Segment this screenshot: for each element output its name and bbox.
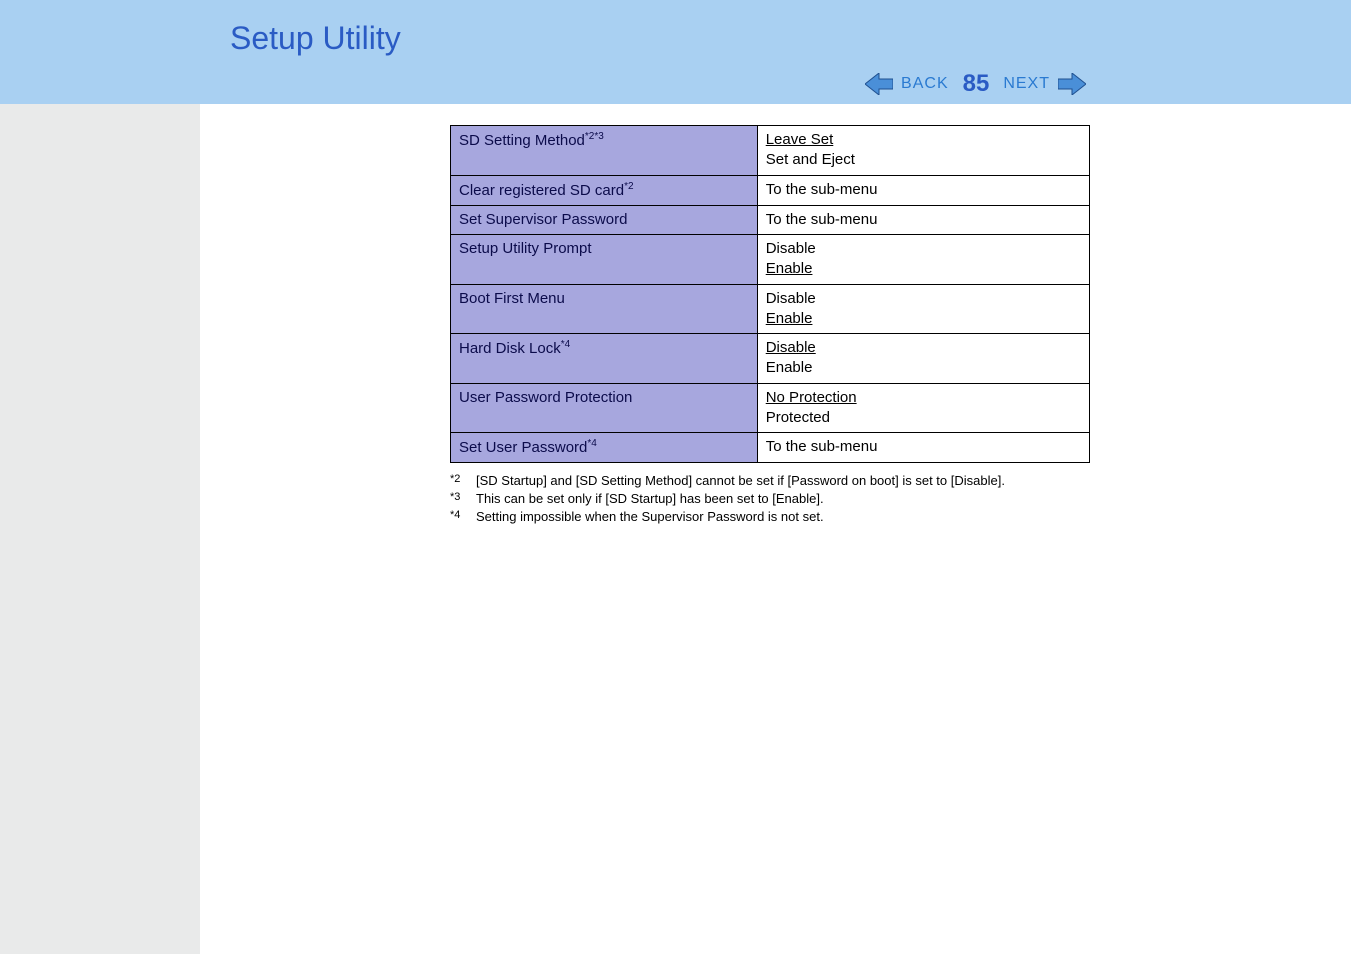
setup-options-table: SD Setting Method*2*3 Leave Set Set and Ej…	[450, 125, 1090, 463]
option-label-cell: SD Setting Method*2*3	[451, 126, 758, 176]
option-label-cell: Boot First Menu	[451, 284, 758, 334]
option-value-cell: Disable Enable	[757, 284, 1089, 334]
option-label-cell: Set User Password*4	[451, 433, 758, 463]
table-row: SD Setting Method*2*3 Leave Set Set and Ej…	[451, 126, 1090, 176]
option-value: Leave Set	[766, 131, 834, 148]
footnote-mark: *2	[450, 473, 466, 488]
option-label: SD Setting Method	[459, 132, 585, 149]
main-content: SD Setting Method*2*3Leave SetSet and Ej…	[450, 125, 1090, 527]
option-value-cell: To the sub-menu	[757, 205, 1089, 234]
option-value: Enable	[766, 310, 813, 327]
page-number: 85	[963, 70, 990, 98]
option-label-cell: Set Supervisor Password	[451, 205, 758, 234]
header-bar: Setup Utility	[0, 0, 1351, 104]
left-sidebar-placeholder	[0, 104, 200, 954]
table-row: User Password Protection No Protection Pro…	[451, 383, 1090, 433]
table-row: Set User Password*4 To the sub-menu	[451, 433, 1090, 463]
table-row: Clear registered SD card*2 To the sub-men…	[451, 175, 1090, 205]
footnote-marker: *2*3	[585, 131, 604, 142]
back-arrow-icon[interactable]	[865, 73, 893, 95]
option-label: User Password Protection	[459, 389, 632, 406]
option-value-cell: To the sub-menu	[757, 175, 1089, 205]
option-value: To the sub-menu	[766, 181, 878, 198]
footnote-mark: *4	[450, 509, 466, 524]
option-value-cell: Leave Set Set and Eject	[757, 126, 1089, 176]
footnote-marker: *4	[587, 438, 596, 449]
option-value: Disable	[766, 339, 816, 356]
option-value: Enable	[766, 260, 813, 277]
footnote-mark: *3	[450, 491, 466, 506]
table-row: Boot First Menu Disable Enable	[451, 284, 1090, 334]
option-value: To the sub-menu	[766, 211, 878, 228]
footnotes-block: *2 [SD Startup] and [SD Setting Method] c…	[450, 473, 1090, 524]
option-label: Set Supervisor Password	[459, 211, 627, 228]
option-label: Boot First Menu	[459, 290, 565, 307]
option-value: Disable	[766, 290, 816, 307]
footnote: *4 Setting impossible when the Supervisor…	[450, 509, 1090, 524]
footnote-marker: *4	[561, 339, 570, 350]
next-link[interactable]: NEXT	[1003, 75, 1050, 93]
option-label: Setup Utility Prompt	[459, 240, 592, 257]
option-label-cell: User Password Protection	[451, 383, 758, 433]
footnote-text: Setting impossible when the Supervisor P…	[476, 509, 824, 524]
next-arrow-icon[interactable]	[1058, 73, 1086, 95]
option-label-cell: Setup Utility Prompt	[451, 235, 758, 285]
table-row: Hard Disk Lock*4 Disable Enable	[451, 334, 1090, 384]
footnote-text: [SD Startup] and [SD Setting Method] can…	[476, 473, 1005, 488]
option-value: Protected	[766, 409, 830, 426]
option-value: Disable	[766, 240, 816, 257]
option-label: Clear registered SD card	[459, 182, 624, 199]
option-label-cell: Hard Disk Lock*4	[451, 334, 758, 384]
option-label: Set User Password	[459, 439, 587, 456]
option-value: Set and Eject	[766, 151, 855, 168]
footnote-text: This can be set only if [SD Startup] has…	[476, 491, 824, 506]
option-value: No Protection	[766, 389, 857, 406]
footnote-marker: *2	[624, 181, 633, 192]
table-row: Set Supervisor Password To the sub-menu	[451, 205, 1090, 234]
page-navigation: BACK 85 NEXT	[865, 70, 1086, 98]
option-label: Hard Disk Lock	[459, 340, 561, 357]
back-link[interactable]: BACK	[901, 75, 949, 93]
option-value-cell: Disable Enable	[757, 235, 1089, 285]
option-value-cell: Disable Enable	[757, 334, 1089, 384]
option-label-cell: Clear registered SD card*2	[451, 175, 758, 205]
footnote: *2 [SD Startup] and [SD Setting Method] c…	[450, 473, 1090, 488]
page-title: Setup Utility	[230, 20, 1351, 57]
option-value: Enable	[766, 359, 813, 376]
footnote: *3 This can be set only if [SD Startup] h…	[450, 491, 1090, 506]
table-row: Setup Utility Prompt Disable Enable	[451, 235, 1090, 285]
option-value-cell: No Protection Protected	[757, 383, 1089, 433]
option-value: To the sub-menu	[766, 438, 878, 455]
option-value-cell: To the sub-menu	[757, 433, 1089, 463]
